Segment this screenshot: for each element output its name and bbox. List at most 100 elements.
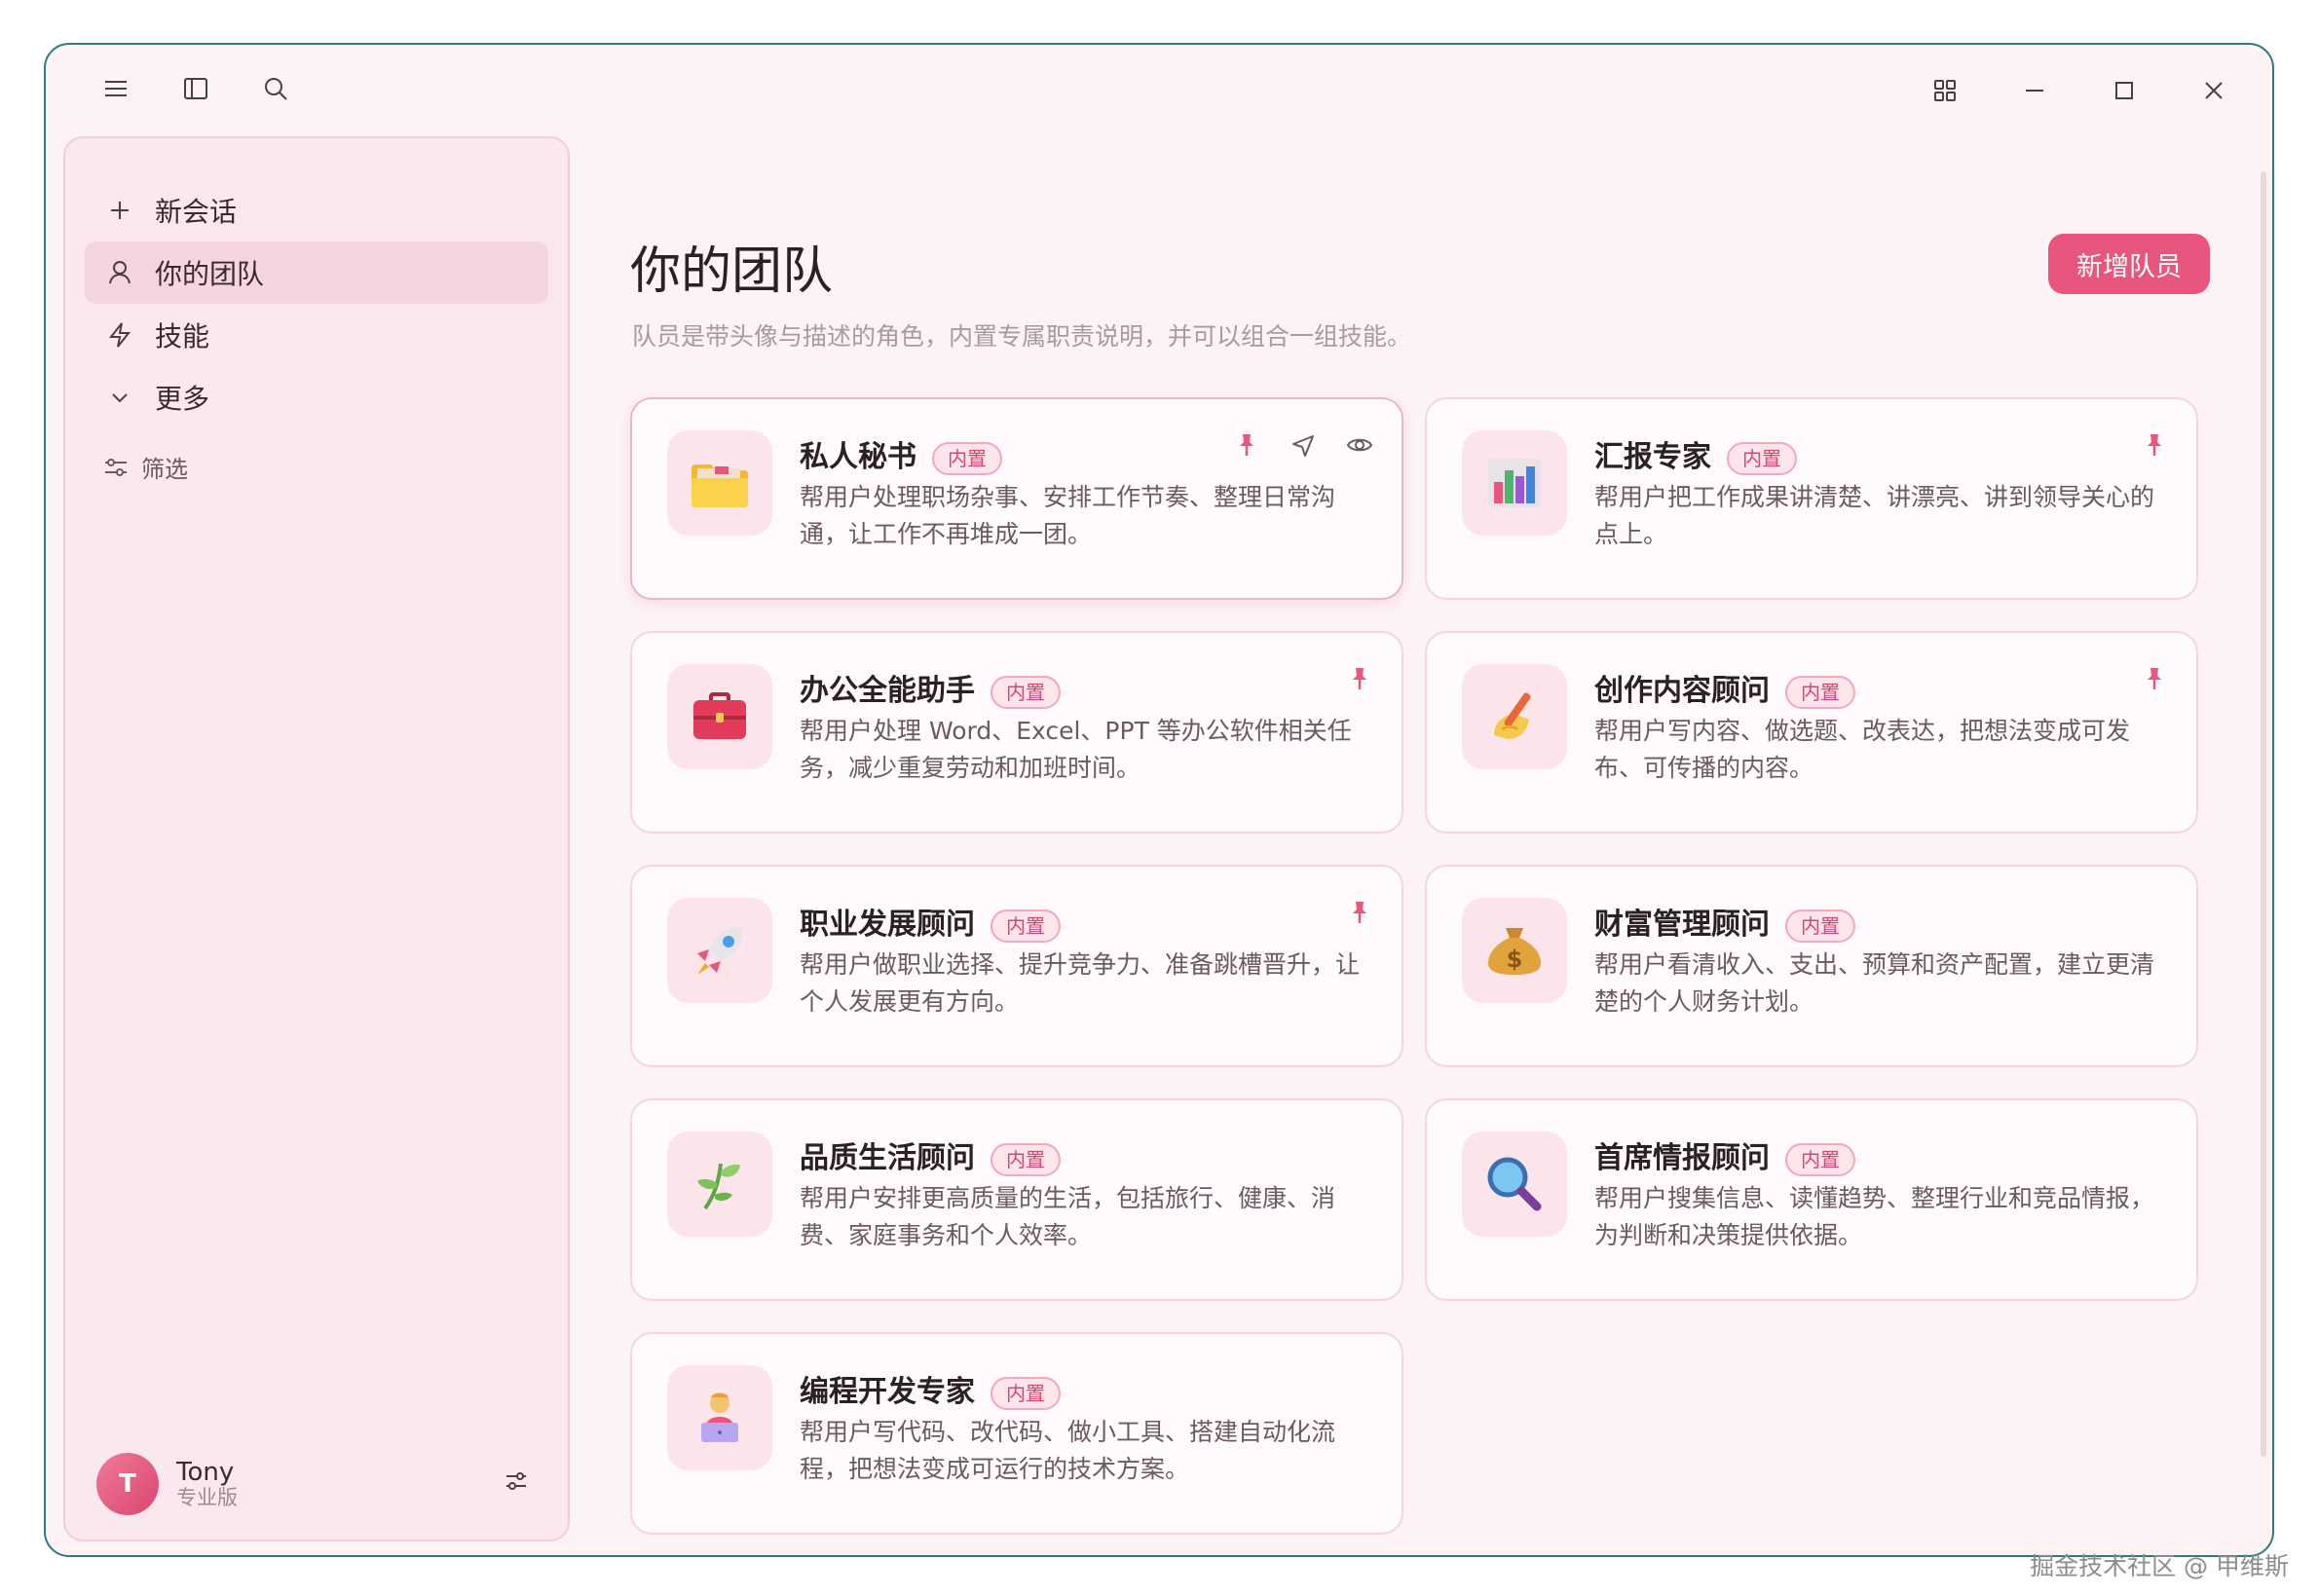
plus-icon xyxy=(111,202,129,219)
sidebar-item-more[interactable]: 更多 xyxy=(85,366,548,428)
add-member-button[interactable]: 新增队员 xyxy=(2048,234,2210,294)
filter-label: 筛选 xyxy=(141,456,188,483)
eye-icon[interactable] xyxy=(1345,430,1374,460)
builtin-badge: 内置 xyxy=(1785,675,1855,709)
card-description: 帮用户搜集信息、读懂趋势、整理行业和竞品情报，为判断和决策提供依据。 xyxy=(1594,1184,2155,1249)
app-window: 新会话 你的团队 技能 更多 筛选 T Tony 专业版 你的团队 队员是带头像… xyxy=(44,43,2274,1557)
rocket-icon xyxy=(667,898,772,1003)
search-icon[interactable] xyxy=(246,68,305,109)
pin-icon[interactable] xyxy=(2140,430,2169,460)
card-actions xyxy=(1232,430,1374,460)
card-title-text: 财富管理顾问 xyxy=(1594,908,1770,942)
builtin-badge: 内置 xyxy=(1785,909,1855,943)
svg-text:$: $ xyxy=(1507,946,1523,973)
folder-icon xyxy=(667,430,772,536)
sidebar-item-new-chat[interactable]: 新会话 xyxy=(85,179,548,241)
watermark: 掘金技术社区 @ 甲维斯 xyxy=(2030,1552,2289,1580)
magnifier-icon xyxy=(1462,1132,1567,1237)
briefcase-icon xyxy=(667,664,772,769)
send-icon[interactable] xyxy=(1289,430,1318,460)
menu-icon[interactable] xyxy=(87,68,145,109)
card-title: 私人秘书 内置 xyxy=(800,432,1002,475)
title-bar xyxy=(46,45,2272,132)
builtin-badge: 内置 xyxy=(991,675,1061,709)
user-name: Tony xyxy=(176,1458,235,1487)
developer-icon xyxy=(667,1365,772,1470)
sidebar-item-label: 新会话 xyxy=(155,196,238,228)
writing-hand-icon xyxy=(1462,664,1567,769)
card-title-text: 编程开发专家 xyxy=(800,1375,975,1409)
page-subtitle: 队员是带头像与描述的角色，内置专属职责说明，并可以组合一组技能。 xyxy=(632,322,1412,351)
builtin-badge: 内置 xyxy=(1785,1142,1855,1176)
card-title-text: 办公全能助手 xyxy=(800,674,975,708)
maximize-icon[interactable] xyxy=(2095,70,2153,111)
filter-button[interactable]: 筛选 xyxy=(102,450,188,484)
card-title-text: 首席情报顾问 xyxy=(1594,1141,1770,1175)
card-title-text: 私人秘书 xyxy=(800,440,916,474)
card-description: 帮用户处理职场杂事、安排工作节奏、整理日常沟通，让工作不再堆成一团。 xyxy=(800,483,1336,548)
card-actions xyxy=(1345,898,1374,927)
pin-icon[interactable] xyxy=(1232,430,1261,460)
builtin-badge: 内置 xyxy=(991,1376,1061,1410)
team-member-card[interactable]: 首席情报顾问 内置帮用户搜集信息、读懂趋势、整理行业和竞品情报，为判断和决策提供依… xyxy=(1425,1098,2198,1301)
user-profile[interactable]: T Tony 专业版 xyxy=(96,1452,537,1516)
team-member-card[interactable]: 私人秘书 内置帮用户处理职场杂事、安排工作节奏、整理日常沟通，让工作不再堆成一团。 xyxy=(630,397,1403,600)
team-member-card[interactable]: 职业发展顾问 内置帮用户做职业选择、提升竞争力、准备跳槽晋升，让个人发展更有方向。 xyxy=(630,865,1403,1067)
card-actions xyxy=(2140,664,2169,693)
team-member-card[interactable]: 品质生活顾问 内置帮用户安排更高质量的生活，包括旅行、健康、消费、家庭事务和个人效… xyxy=(630,1098,1403,1301)
card-description: 帮用户把工作成果讲清楚、讲漂亮、讲到领导关心的点上。 xyxy=(1594,483,2155,548)
minimize-icon[interactable] xyxy=(2005,70,2064,111)
builtin-badge: 内置 xyxy=(991,909,1061,943)
settings-sliders-icon[interactable] xyxy=(502,1466,537,1502)
card-title: 办公全能助手 内置 xyxy=(800,666,1061,709)
money-bag-icon: $ xyxy=(1462,898,1567,1003)
pin-icon[interactable] xyxy=(1345,664,1374,693)
team-member-card[interactable]: 创作内容顾问 内置帮用户写内容、做选题、改表达，把想法变成可发布、可传播的内容。 xyxy=(1425,631,2198,834)
builtin-badge: 内置 xyxy=(1727,441,1797,475)
lightning-icon xyxy=(108,322,131,348)
sliders-icon xyxy=(105,458,127,476)
card-title: 职业发展顾问 内置 xyxy=(800,900,1061,943)
person-icon xyxy=(109,261,131,284)
card-description: 帮用户写代码、改代码、做小工具、搭建自动化流程，把想法变成可运行的技术方案。 xyxy=(800,1418,1336,1483)
card-actions xyxy=(1345,664,1374,693)
card-title-text: 汇报专家 xyxy=(1594,440,1711,474)
sidebar-toggle-icon[interactable] xyxy=(167,68,225,109)
avatar[interactable]: T xyxy=(96,1453,159,1515)
sidebar: 新会话 你的团队 技能 更多 筛选 T Tony 专业版 xyxy=(63,136,570,1541)
card-description: 帮用户看清收入、支出、预算和资产配置，建立更清楚的个人财务计划。 xyxy=(1594,950,2155,1016)
card-title: 编程开发专家 内置 xyxy=(800,1367,1061,1410)
card-title-text: 职业发展顾问 xyxy=(800,908,975,942)
card-description: 帮用户处理 Word、Excel、PPT 等办公软件相关任务，减少重复劳动和加班… xyxy=(800,717,1352,782)
card-title-text: 创作内容顾问 xyxy=(1594,674,1770,708)
chevron-down-icon xyxy=(112,393,128,403)
team-member-card[interactable]: 办公全能助手 内置帮用户处理 Word、Excel、PPT 等办公软件相关任务，减… xyxy=(630,631,1403,834)
card-actions xyxy=(2140,430,2169,460)
card-title: 品质生活顾问 内置 xyxy=(800,1133,1061,1176)
card-description: 帮用户写内容、做选题、改表达，把想法变成可发布、可传播的内容。 xyxy=(1594,717,2131,782)
sidebar-nav: 新会话 你的团队 技能 更多 xyxy=(85,179,548,428)
card-description: 帮用户做职业选择、提升竞争力、准备跳槽晋升，让个人发展更有方向。 xyxy=(800,950,1361,1016)
team-member-card[interactable]: 编程开发专家 内置帮用户写代码、改代码、做小工具、搭建自动化流程，把想法变成可运行… xyxy=(630,1332,1403,1535)
sidebar-item-your-team[interactable]: 你的团队 xyxy=(85,241,548,304)
layout-grid-icon[interactable] xyxy=(1916,70,1974,111)
card-title-text: 品质生活顾问 xyxy=(800,1141,975,1175)
card-title: 创作内容顾问 内置 xyxy=(1594,666,1855,709)
card-description: 帮用户安排更高质量的生活，包括旅行、健康、消费、家庭事务和个人效率。 xyxy=(800,1184,1336,1249)
card-title: 财富管理顾问 内置 xyxy=(1594,900,1855,943)
page-title: 你的团队 xyxy=(630,242,834,301)
team-member-card[interactable]: $ 财富管理顾问 内置帮用户看清收入、支出、预算和资产配置，建立更清楚的个人财务计划… xyxy=(1425,865,2198,1067)
pin-icon[interactable] xyxy=(2140,664,2169,693)
card-title: 首席情报顾问 内置 xyxy=(1594,1133,1855,1176)
user-plan: 专业版 xyxy=(176,1486,238,1509)
pin-icon[interactable] xyxy=(1345,898,1374,927)
close-icon[interactable] xyxy=(2185,70,2243,111)
builtin-badge: 内置 xyxy=(932,441,1002,475)
team-member-card[interactable]: 汇报专家 内置帮用户把工作成果讲清楚、讲漂亮、讲到领导关心的点上。 xyxy=(1425,397,2198,600)
bar-chart-icon xyxy=(1462,430,1567,536)
sidebar-item-skills[interactable]: 技能 xyxy=(85,304,548,366)
sidebar-item-label: 技能 xyxy=(155,320,210,353)
sidebar-item-label: 你的团队 xyxy=(155,258,265,290)
card-title: 汇报专家 内置 xyxy=(1594,432,1797,475)
scrollbar[interactable] xyxy=(2261,171,2266,1457)
